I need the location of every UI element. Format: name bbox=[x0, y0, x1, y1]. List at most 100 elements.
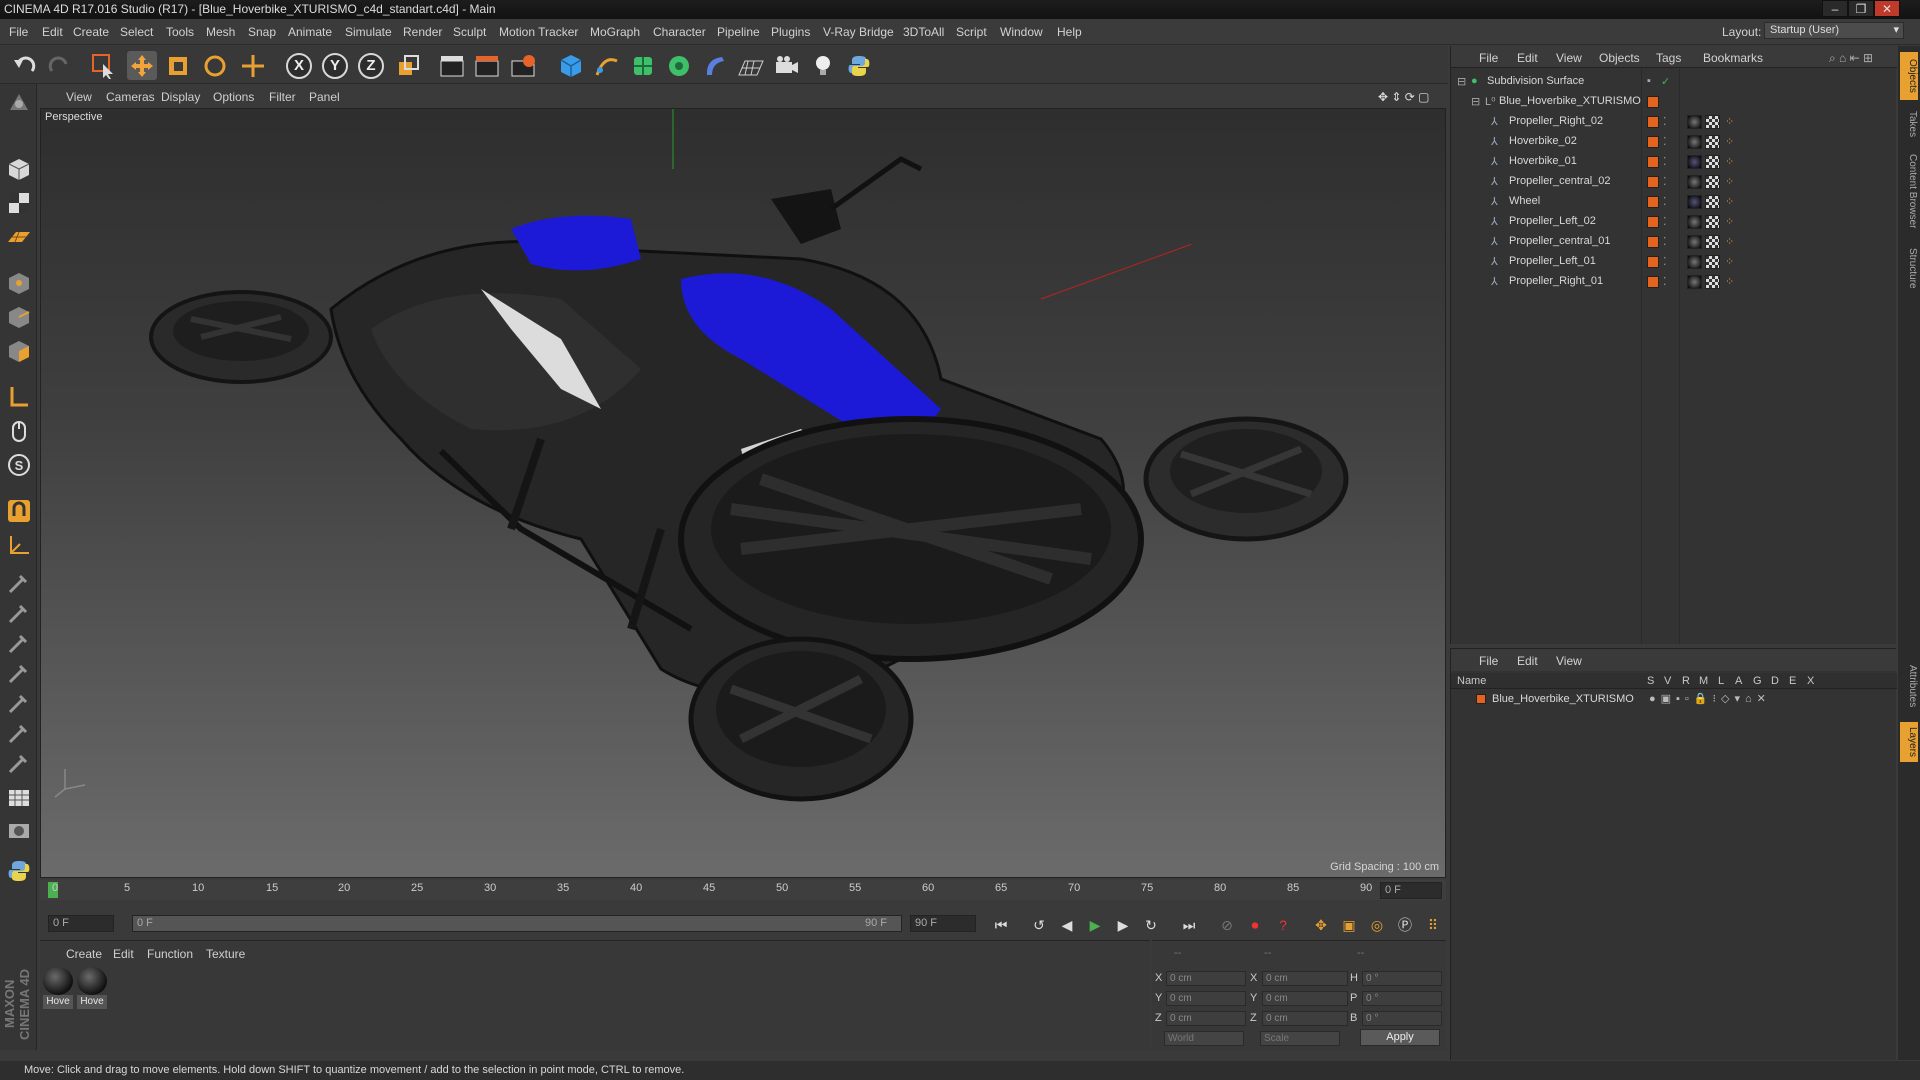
size-x-field[interactable]: 0 cm bbox=[1262, 971, 1348, 986]
end-frame-field[interactable]: 90 F bbox=[910, 915, 976, 932]
menu-create[interactable]: Create bbox=[73, 25, 109, 39]
parameter-key-button[interactable]: Ⓟ bbox=[1394, 914, 1416, 936]
phong-tag-icon[interactable]: ⁘ bbox=[1725, 275, 1734, 288]
render-view-button[interactable] bbox=[437, 51, 467, 80]
make-editable-button[interactable] bbox=[4, 88, 34, 118]
object-name[interactable]: Propeller_central_02 bbox=[1509, 175, 1611, 187]
coord-mode-select[interactable]: Scale bbox=[1260, 1031, 1340, 1046]
uvw-tag-icon[interactable] bbox=[1705, 115, 1720, 129]
object-row[interactable]: ⅄ Propeller_central_01 ⁚ ⁘ bbox=[1451, 232, 1897, 252]
layer-color-swatch[interactable] bbox=[1647, 216, 1659, 228]
object-row-subdivision[interactable]: ⊟ ● Subdivision Surface ▪ ✓ bbox=[1451, 72, 1897, 92]
menu-help[interactable]: Help bbox=[1057, 25, 1082, 39]
uvw-tag-icon[interactable] bbox=[1705, 135, 1720, 149]
check-icon[interactable]: ✓ bbox=[1661, 75, 1670, 88]
visibility-dots-icon[interactable]: ⁚ bbox=[1663, 175, 1667, 188]
uvw-tag-icon[interactable] bbox=[1705, 155, 1720, 169]
mat-menu-texture[interactable]: Texture bbox=[206, 947, 245, 961]
layer-col-x[interactable]: X bbox=[1807, 675, 1814, 687]
brush-tool-1-button[interactable] bbox=[4, 568, 34, 598]
coordinate-axis-button[interactable] bbox=[4, 530, 34, 560]
position-key-button[interactable]: ✥ bbox=[1310, 914, 1332, 936]
menu-vray-bridge[interactable]: V-Ray Bridge bbox=[823, 25, 894, 39]
vp-menu-view[interactable]: View bbox=[66, 90, 92, 104]
undo-button[interactable] bbox=[10, 51, 40, 80]
layer-col-l[interactable]: L bbox=[1718, 675, 1724, 687]
visibility-dots-icon[interactable]: ⁚ bbox=[1663, 235, 1667, 248]
transform-tool-button[interactable] bbox=[238, 51, 268, 80]
edges-mode-button[interactable] bbox=[4, 302, 34, 332]
object-row[interactable]: ⅄ Propeller_Right_01 ⁚ ⁘ bbox=[1451, 272, 1897, 292]
tab-structure[interactable]: Structure bbox=[1900, 242, 1918, 294]
axis-mode-button[interactable] bbox=[4, 382, 34, 412]
layout-select[interactable]: Startup (User) ▾ bbox=[1764, 22, 1904, 39]
pos-y-field[interactable]: 0 cm bbox=[1166, 991, 1246, 1006]
close-button[interactable]: ✕ bbox=[1874, 0, 1900, 17]
layer-col-m[interactable]: M bbox=[1699, 675, 1708, 687]
menu-3dtoall[interactable]: 3DToAll bbox=[903, 25, 944, 39]
uvw-tag-icon[interactable] bbox=[1705, 275, 1720, 289]
layer-name[interactable]: Blue_Hoverbike_XTURISMO bbox=[1492, 693, 1634, 705]
subdivision-surface-button[interactable] bbox=[628, 51, 658, 80]
om-search-icon[interactable]: ⌕ ⌂ ⇤ ⊞ bbox=[1829, 51, 1873, 66]
material-tag-icon[interactable] bbox=[1687, 255, 1702, 269]
menu-pipeline[interactable]: Pipeline bbox=[717, 25, 760, 39]
rotate-tool-button[interactable] bbox=[200, 51, 230, 80]
tab-attributes[interactable]: Attributes bbox=[1900, 656, 1918, 716]
cube-object-button[interactable] bbox=[556, 51, 586, 80]
minimize-button[interactable]: – bbox=[1822, 0, 1848, 17]
light-button[interactable] bbox=[808, 51, 838, 80]
uvw-tag-icon[interactable] bbox=[1705, 195, 1720, 209]
current-frame-field[interactable]: 0 F bbox=[1380, 882, 1442, 899]
pos-x-field[interactable]: 0 cm bbox=[1166, 971, 1246, 986]
layer-col-r[interactable]: R bbox=[1682, 675, 1690, 687]
go-to-end-button[interactable]: ⏭ bbox=[1178, 914, 1200, 936]
z-axis-lock-button[interactable]: Z bbox=[356, 51, 386, 80]
mat-menu-create[interactable]: Create bbox=[66, 947, 102, 961]
tab-content-browser[interactable]: Content Browser bbox=[1900, 146, 1918, 236]
frame-range-slider[interactable]: 0 F 90 F bbox=[132, 915, 902, 932]
object-name[interactable]: Hoverbike_02 bbox=[1509, 135, 1577, 147]
keyframe-selection-button[interactable]: ? bbox=[1272, 914, 1294, 936]
material-label-2[interactable]: Hove bbox=[77, 995, 107, 1009]
phong-tag-icon[interactable]: ⁘ bbox=[1725, 255, 1734, 268]
menu-edit[interactable]: Edit bbox=[42, 25, 63, 39]
material-tag-icon[interactable] bbox=[1687, 215, 1702, 229]
layer-color-swatch[interactable] bbox=[1647, 156, 1659, 168]
layer-col-e[interactable]: E bbox=[1789, 675, 1796, 687]
layer-col-s[interactable]: S bbox=[1647, 675, 1654, 687]
pos-z-field[interactable]: 0 cm bbox=[1166, 1011, 1246, 1026]
object-row[interactable]: ⅄ Hoverbike_02 ⁚ ⁘ bbox=[1451, 132, 1897, 152]
menu-animate[interactable]: Animate bbox=[288, 25, 332, 39]
phong-tag-icon[interactable]: ⁘ bbox=[1725, 215, 1734, 228]
lm-menu-edit[interactable]: Edit bbox=[1517, 654, 1538, 668]
vp-menu-panel[interactable]: Panel bbox=[309, 90, 340, 104]
layer-color-swatch[interactable] bbox=[1647, 136, 1659, 148]
visibility-dots-icon[interactable]: ⁚ bbox=[1663, 115, 1667, 128]
brush-tool-2-button[interactable] bbox=[4, 598, 34, 628]
expand-icon[interactable]: ⊟ bbox=[1471, 95, 1480, 108]
object-row[interactable]: ⅄ Hoverbike_01 ⁚ ⁘ bbox=[1451, 152, 1897, 172]
object-row-group[interactable]: ⊟ L⁰ Blue_Hoverbike_XTURISMO bbox=[1451, 92, 1897, 112]
sculpt-layer-button[interactable] bbox=[4, 816, 34, 846]
floor-button[interactable] bbox=[736, 51, 766, 80]
coordinate-system-button[interactable] bbox=[394, 51, 424, 80]
om-menu-edit[interactable]: Edit bbox=[1517, 51, 1538, 65]
next-frame-button[interactable]: ▶ bbox=[1112, 914, 1134, 936]
menu-sculpt[interactable]: Sculpt bbox=[453, 25, 486, 39]
point-level-key-button[interactable]: ⠿ bbox=[1422, 914, 1444, 936]
uvw-tag-icon[interactable] bbox=[1705, 215, 1720, 229]
object-name[interactable]: Blue_Hoverbike_XTURISMO bbox=[1499, 95, 1641, 107]
timeline-ruler[interactable]: 0 5 10 15 20 25 30 35 40 45 50 55 60 65 … bbox=[40, 880, 1446, 900]
menu-file[interactable]: File bbox=[9, 25, 28, 39]
brush-tool-5-button[interactable] bbox=[4, 688, 34, 718]
phong-tag-icon[interactable]: ⁘ bbox=[1725, 235, 1734, 248]
rot-h-field[interactable]: 0 ° bbox=[1362, 971, 1442, 986]
layer-color-swatch[interactable] bbox=[1647, 196, 1659, 208]
material-label-1[interactable]: Hove bbox=[43, 995, 73, 1009]
rotation-key-button[interactable]: ◎ bbox=[1366, 914, 1388, 936]
uvw-tag-icon[interactable] bbox=[1705, 235, 1720, 249]
object-name[interactable]: Propeller_Right_02 bbox=[1509, 115, 1603, 127]
start-frame-field[interactable]: 0 F bbox=[48, 915, 114, 932]
size-y-field[interactable]: 0 cm bbox=[1262, 991, 1348, 1006]
